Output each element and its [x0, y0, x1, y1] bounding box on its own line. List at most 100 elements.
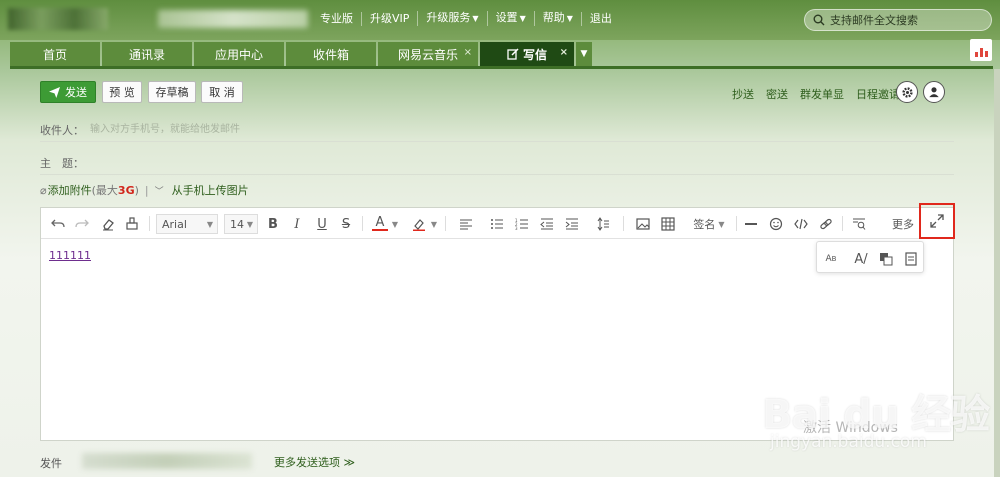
redo-icon[interactable]: [73, 215, 91, 233]
tab-bar: 首页 通讯录 应用中心 收件箱 网易云音乐 × 写信 × ▼: [10, 42, 592, 66]
more-tools-popover: AB A/: [816, 241, 924, 273]
separate-send-link[interactable]: 群发单显: [800, 86, 844, 102]
outdent-icon[interactable]: [539, 215, 555, 233]
sender-label: 发件: [40, 457, 62, 470]
toolbar-divider: [149, 216, 150, 231]
mail-body-text[interactable]: 111111: [49, 249, 91, 262]
paperclip-icon: ⌀: [40, 183, 47, 197]
more-send-options-link[interactable]: 更多发送选项 ≫: [274, 454, 355, 470]
toolbar-divider: [362, 216, 363, 231]
recipient-input[interactable]: [90, 120, 950, 138]
italic-icon[interactable]: I: [289, 215, 305, 233]
search-input[interactable]: [830, 13, 980, 27]
gear-icon[interactable]: [896, 81, 918, 103]
toolbar-divider: [445, 216, 446, 231]
image-icon[interactable]: [635, 215, 651, 233]
svg-text:3: 3: [515, 226, 518, 231]
table-icon[interactable]: [660, 215, 676, 233]
scrollbar[interactable]: [994, 69, 1000, 477]
add-attachment-link[interactable]: 添加附件: [48, 182, 92, 198]
close-icon[interactable]: ×: [560, 47, 568, 58]
document-icon[interactable]: [902, 250, 920, 268]
tab-netease-music[interactable]: 网易云音乐 ×: [378, 42, 478, 66]
eraser-icon[interactable]: [99, 215, 117, 233]
emoji-icon[interactable]: [768, 215, 784, 233]
nav-logout-link[interactable]: 退出: [580, 11, 620, 26]
upload-from-phone-link[interactable]: 从手机上传图片: [172, 182, 249, 198]
save-draft-button[interactable]: 存草稿: [148, 81, 196, 103]
highlight-color-icon[interactable]: [411, 215, 427, 233]
tab-compose[interactable]: 写信 ×: [480, 42, 574, 66]
bold-icon[interactable]: B: [265, 215, 281, 233]
compose-options: 抄送 密送 群发单显 日程邀请: [732, 86, 912, 102]
format-painter-icon[interactable]: [123, 215, 141, 233]
stats-chart-icon[interactable]: [970, 39, 992, 61]
horizontal-rule-icon[interactable]: [743, 215, 759, 233]
sender-address: [82, 453, 252, 469]
chevron-down-icon: ▼: [519, 14, 526, 23]
numbered-list-icon[interactable]: 123: [514, 215, 530, 233]
top-bar: 专业版 升级VIP 升级服务 ▼ 设置 ▼ 帮助 ▼ 退出: [0, 0, 1000, 40]
font-size-select[interactable]: 14 ▼: [224, 214, 258, 234]
nav-vip-link[interactable]: 升级VIP: [361, 11, 417, 26]
line-height-icon[interactable]: [591, 215, 615, 233]
nav-help-menu[interactable]: 帮助 ▼: [533, 11, 581, 26]
baidu-jingyan-url: jingyan.baidu.com: [770, 432, 927, 452]
align-icon[interactable]: [454, 215, 478, 233]
text-case-icon[interactable]: AB: [822, 250, 840, 268]
preview-button[interactable]: 预 览: [102, 81, 142, 103]
translate-icon[interactable]: [877, 250, 895, 268]
chevron-down-icon: ▼: [718, 219, 725, 229]
spellcheck-icon[interactable]: A/: [852, 250, 870, 268]
chevron-down-icon: ▼: [472, 14, 479, 23]
nav-upgrade-menu[interactable]: 升级服务 ▼: [417, 11, 486, 26]
find-replace-icon[interactable]: [851, 215, 867, 233]
chevron-down-icon[interactable]: ▼: [390, 215, 400, 233]
account-name: [158, 10, 308, 28]
search-icon: [813, 14, 825, 26]
tab-underline: [10, 66, 993, 69]
cc-link[interactable]: 抄送: [732, 86, 754, 102]
schedule-invite-link[interactable]: 日程邀请: [856, 86, 900, 102]
send-button[interactable]: 发送: [40, 81, 96, 103]
chevron-down-icon: ▼: [206, 219, 213, 229]
edit-icon: [507, 48, 519, 60]
indent-icon[interactable]: [564, 215, 580, 233]
bcc-link[interactable]: 密送: [766, 86, 788, 102]
chevron-down-icon[interactable]: ﹀: [155, 184, 164, 197]
tab-contacts[interactable]: 通讯录: [102, 42, 192, 66]
font-family-select[interactable]: Arial ▼: [156, 214, 218, 234]
link-icon[interactable]: [818, 215, 834, 233]
attach-separator: |: [144, 183, 149, 197]
underline-icon[interactable]: U: [314, 215, 330, 233]
fullscreen-button[interactable]: [919, 203, 955, 239]
user-icon[interactable]: [923, 81, 945, 103]
close-icon[interactable]: ×: [464, 47, 472, 58]
editor-toolbar: Arial ▼ 14 ▼ B I U S A ▼ ▼ 123 签名 ▼ 更多: [41, 208, 953, 239]
attachment-bar: ⌀ 添加附件 (最大 3G) | ﹀ 从手机上传图片: [40, 182, 249, 198]
chevron-down-icon: ▼: [566, 14, 573, 23]
strikethrough-icon[interactable]: S: [338, 215, 354, 233]
code-icon[interactable]: [793, 215, 809, 233]
top-nav: 专业版 升级VIP 升级服务 ▼ 设置 ▼ 帮助 ▼ 退出: [312, 11, 620, 26]
divider: [40, 141, 954, 142]
logo: [8, 8, 108, 30]
font-color-icon[interactable]: A: [372, 215, 388, 231]
undo-icon[interactable]: [49, 215, 67, 233]
tab-home[interactable]: 首页: [10, 42, 100, 66]
divider: [40, 174, 954, 175]
search-box[interactable]: [804, 9, 992, 31]
tab-app-center[interactable]: 应用中心: [194, 42, 284, 66]
more-tools-button[interactable]: 更多: [889, 215, 917, 233]
expand-icon: [930, 214, 944, 228]
cancel-button[interactable]: 取 消: [201, 81, 243, 103]
signature-select[interactable]: 签名 ▼: [689, 215, 729, 233]
nav-pro-link[interactable]: 专业版: [312, 12, 361, 26]
bullet-list-icon[interactable]: [489, 215, 505, 233]
toolbar-divider: [736, 216, 737, 231]
recipient-label: 收件人：: [40, 124, 84, 137]
nav-settings-menu[interactable]: 设置 ▼: [486, 11, 534, 26]
chevron-down-icon[interactable]: ▼: [429, 215, 439, 233]
tab-inbox[interactable]: 收件箱: [286, 42, 376, 66]
tab-more-chevron-icon[interactable]: ▼: [576, 42, 592, 66]
